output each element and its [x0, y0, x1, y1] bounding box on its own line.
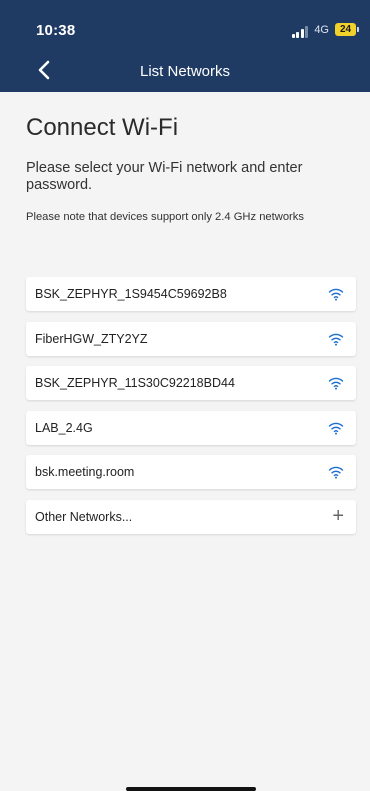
- network-item[interactable]: BSK_ZEPHYR_1S9454C59692B8: [26, 277, 356, 311]
- app-header: 10:38 4G 24 List Networks: [0, 0, 370, 92]
- other-networks-label: Other Networks...: [35, 509, 133, 524]
- network-item[interactable]: BSK_ZEPHYR_11S30C92218BD44: [26, 366, 356, 401]
- battery-tip: [357, 27, 359, 32]
- wifi-icon: [328, 420, 344, 436]
- network-list: BSK_ZEPHYR_1S9454C59692B8 FiberHGW_ZTY2Y…: [26, 277, 356, 545]
- cellular-signal-icon: [291, 26, 308, 38]
- section-heading: Connect Wi-Fi: [26, 114, 179, 141]
- status-bar: 10:38 4G 24: [0, 0, 370, 44]
- wifi-icon: [328, 375, 344, 391]
- frequency-note: Please note that devices support only 2.…: [26, 211, 304, 223]
- network-item[interactable]: LAB_2.4G: [26, 410, 356, 445]
- network-ssid: bsk.meeting.room: [35, 465, 135, 480]
- plus-icon: +: [332, 504, 344, 527]
- intro-section: Connect Wi-Fi Please select your Wi-Fi n…: [26, 114, 356, 223]
- network-ssid: LAB_2.4G: [35, 420, 93, 435]
- wifi-icon: [328, 464, 344, 480]
- page-title: List Networks: [139, 63, 231, 80]
- wifi-icon: [328, 286, 344, 302]
- network-ssid: BSK_ZEPHYR_1S9454C59692B8: [35, 287, 227, 301]
- instruction-text: Please select your Wi-Fi network and ent…: [26, 160, 303, 193]
- network-ssid: FiberHGW_ZTY2YZ: [35, 331, 148, 346]
- home-indicator: [126, 787, 256, 791]
- status-time: 10:38: [36, 22, 76, 39]
- navigation-bar: List Networks: [0, 50, 370, 90]
- network-ssid: BSK_ZEPHYR_11S30C92218BD44: [35, 376, 235, 391]
- wifi-icon: [328, 331, 344, 347]
- network-item[interactable]: FiberHGW_ZTY2YZ: [26, 321, 356, 356]
- network-type: 4G: [314, 24, 329, 36]
- other-networks-button[interactable]: Other Networks... +: [26, 499, 356, 534]
- battery-icon: 24: [335, 23, 356, 36]
- network-item[interactable]: bsk.meeting.room: [26, 455, 356, 490]
